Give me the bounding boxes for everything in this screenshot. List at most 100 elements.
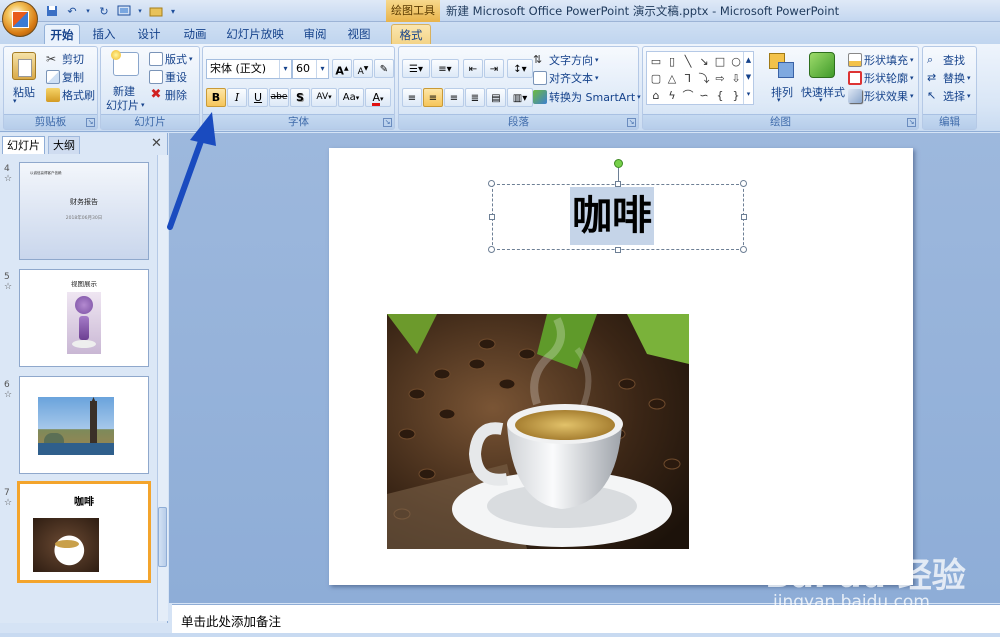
resize-handle-ne[interactable]	[740, 180, 747, 187]
slide-thumbnail-7[interactable]: 咖啡	[17, 481, 151, 583]
tab-format[interactable]: 格式	[391, 24, 431, 44]
font-launcher-icon[interactable]: ↘	[383, 118, 392, 127]
slide-title-text[interactable]: 咖啡	[570, 187, 654, 245]
italic-button[interactable]: I	[227, 88, 247, 107]
scrollbar-thumb[interactable]	[158, 507, 167, 567]
qat-dropdown-icon[interactable]: ▾	[136, 3, 144, 19]
font-size-combo[interactable]: 60 ▾	[292, 59, 329, 79]
redo-icon[interactable]: ↻	[96, 3, 112, 19]
columns-button[interactable]: ▥▾	[507, 88, 533, 107]
align-left-button[interactable]: ≡	[402, 88, 422, 107]
resize-handle-nw[interactable]	[488, 180, 495, 187]
paste-icon[interactable]	[12, 52, 36, 80]
reset-button[interactable]: 重设	[149, 69, 187, 85]
justify-button[interactable]: ≣	[465, 88, 485, 107]
delete-slide-button[interactable]: ✖ 删除	[149, 87, 187, 103]
curve-shape-icon[interactable]: ∽	[697, 88, 711, 102]
new-slide-icon[interactable]	[111, 50, 139, 76]
rotation-handle[interactable]	[614, 159, 623, 168]
callout-shape-icon[interactable]: ⌂	[649, 88, 663, 102]
layout-button[interactable]: 版式 ▾	[149, 51, 193, 67]
shape-effects-button[interactable]: 形状效果 ▾	[848, 88, 914, 104]
resize-handle-sw[interactable]	[488, 246, 495, 253]
character-spacing-button[interactable]: AV▾	[311, 88, 337, 107]
paste-dropdown-icon[interactable]: ▾	[13, 97, 17, 105]
slide-thumbnail-5[interactable]: 视图展示	[19, 269, 149, 367]
replace-button[interactable]: ⇄ 替换 ▾	[927, 70, 971, 86]
vertical-textbox-shape-icon[interactable]: ▯	[665, 54, 679, 68]
text-shadow-button[interactable]: S	[290, 88, 310, 107]
save-icon[interactable]	[44, 3, 60, 19]
grow-font-button[interactable]: A▲	[332, 59, 352, 78]
strikethrough-button[interactable]: abe	[269, 88, 289, 107]
textbox-shape-icon[interactable]: ▭	[649, 54, 663, 68]
quick-styles-label[interactable]: 快速样式	[801, 84, 845, 100]
font-name-dropdown-icon[interactable]: ▾	[279, 60, 291, 78]
quick-styles-icon[interactable]	[809, 52, 835, 78]
undo-icon[interactable]: ↶	[64, 3, 80, 19]
rectangle-shape-icon[interactable]: □	[713, 54, 727, 68]
resize-handle-se[interactable]	[740, 246, 747, 253]
format-painter-button[interactable]: 格式刷	[46, 87, 95, 103]
arc-shape-icon[interactable]: ⌒	[681, 88, 695, 102]
coffee-cup-image[interactable]	[387, 314, 689, 549]
slideshow-icon[interactable]	[116, 3, 132, 19]
clear-format-button[interactable]: ✎	[374, 59, 394, 78]
change-case-button[interactable]: Aa▾	[338, 88, 364, 107]
tab-home[interactable]: 开始	[44, 24, 80, 44]
bold-button[interactable]: B	[206, 88, 226, 107]
font-name-combo[interactable]: 宋体 (正文) ▾	[206, 59, 292, 79]
text-direction-button[interactable]: ⇅ 文字方向 ▾	[533, 52, 599, 68]
right-brace-shape-icon[interactable]: }	[729, 88, 743, 102]
copy-button[interactable]: 复制	[46, 69, 84, 85]
align-right-button[interactable]: ≡	[444, 88, 464, 107]
open-icon[interactable]	[148, 3, 164, 19]
increase-indent-button[interactable]: ⇥	[484, 59, 504, 78]
tab-review[interactable]: 审阅	[298, 24, 332, 44]
resize-handle-e[interactable]	[741, 214, 747, 220]
office-button[interactable]	[2, 1, 38, 37]
decrease-indent-button[interactable]: ⇤	[463, 59, 483, 78]
tab-slides[interactable]: 幻灯片	[2, 136, 45, 154]
shape-outline-button[interactable]: 形状轮廓 ▾	[848, 70, 914, 86]
tab-animation[interactable]: 动画	[178, 24, 212, 44]
tab-design[interactable]: 设计	[132, 24, 166, 44]
rounded-rect-shape-icon[interactable]: ▢	[649, 71, 663, 85]
quick-styles-dropdown-icon[interactable]: ▾	[819, 96, 823, 104]
arrange-dropdown-icon[interactable]: ▾	[777, 96, 781, 104]
drawing-launcher-icon[interactable]: ↘	[907, 118, 916, 127]
select-button[interactable]: ↖ 选择 ▾	[927, 88, 971, 104]
align-center-button[interactable]: ≡	[423, 88, 443, 107]
line-spacing-button[interactable]: ↕▾	[507, 59, 533, 78]
slide-thumbnail-6[interactable]	[19, 376, 149, 474]
tab-outline[interactable]: 大纲	[48, 136, 80, 154]
cut-button[interactable]: ✂ 剪切	[46, 51, 84, 67]
line-shape-icon[interactable]: ╲	[681, 54, 695, 68]
underline-button[interactable]: U	[248, 88, 268, 107]
align-text-button[interactable]: 对齐文本 ▾	[533, 70, 599, 86]
tab-view[interactable]: 视图	[342, 24, 376, 44]
resize-handle-w[interactable]	[489, 214, 495, 220]
right-arrow-shape-icon[interactable]: ⇨	[713, 71, 727, 85]
notes-placeholder[interactable]: 单击此处添加备注	[181, 611, 281, 630]
distributed-button[interactable]: ▤	[486, 88, 506, 107]
find-button[interactable]: ⌕ 查找	[927, 52, 965, 68]
tab-slideshow[interactable]: 幻灯片放映	[222, 24, 288, 44]
lightning-shape-icon[interactable]: ϟ	[665, 88, 679, 102]
numbering-button[interactable]: ≡▾	[431, 59, 459, 78]
triangle-shape-icon[interactable]: △	[665, 71, 679, 85]
paragraph-launcher-icon[interactable]: ↘	[627, 118, 636, 127]
elbow-arrow-shape-icon[interactable]: ⤵	[697, 71, 711, 85]
font-size-dropdown-icon[interactable]: ▾	[316, 60, 328, 78]
shapes-gallery[interactable]: ▭ ▯ ╲ ↘ □ ○ ▢ △ ⅂ ⤵ ⇨ ⇩ ⌂ ϟ ⌒ ∽ { } ▲ ▼ ▾	[646, 51, 754, 105]
oval-shape-icon[interactable]: ○	[729, 54, 743, 68]
clipboard-launcher-icon[interactable]: ↘	[86, 118, 95, 127]
elbow-connector-shape-icon[interactable]: ⅂	[681, 71, 695, 85]
shape-fill-button[interactable]: 形状填充 ▾	[848, 52, 914, 68]
undo-dropdown-icon[interactable]: ▾	[84, 3, 92, 19]
shapes-scroll-icon[interactable]: ▲ ▼ ▾	[743, 52, 753, 104]
down-arrow-shape-icon[interactable]: ⇩	[729, 71, 743, 85]
left-brace-shape-icon[interactable]: {	[713, 88, 727, 102]
tab-insert[interactable]: 插入	[87, 24, 121, 44]
arrange-label[interactable]: 排列	[771, 84, 793, 100]
